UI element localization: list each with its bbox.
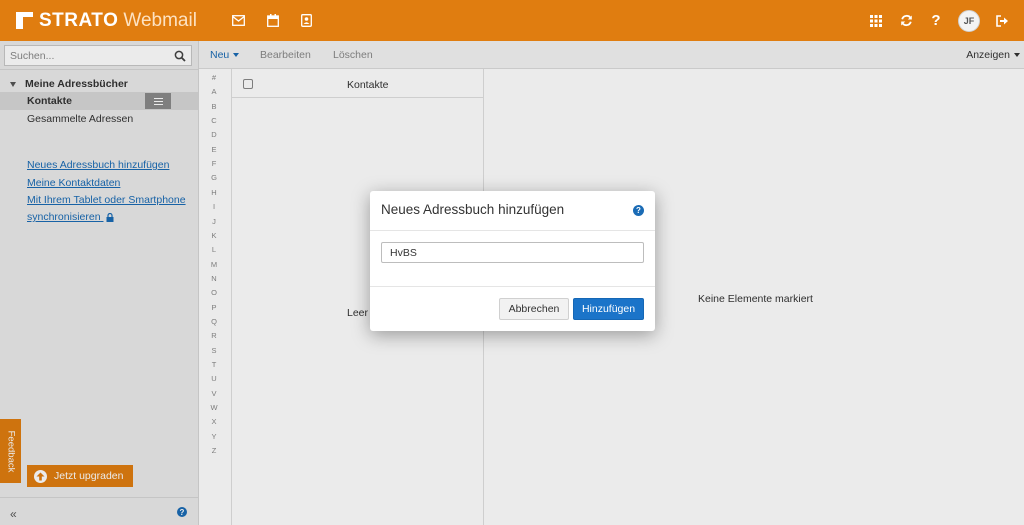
brand-name: STRATO bbox=[39, 9, 119, 31]
chevron-down-icon bbox=[1014, 53, 1020, 57]
avatar[interactable]: JF bbox=[958, 9, 980, 32]
search-input[interactable]: Suchen... bbox=[4, 45, 192, 66]
app-switcher bbox=[231, 13, 315, 29]
alphabet-letter[interactable]: E bbox=[199, 145, 229, 154]
alphabet-letter[interactable]: G bbox=[199, 173, 229, 182]
upgrade-label: Jetzt upgraden bbox=[54, 470, 124, 482]
search-icon[interactable] bbox=[174, 50, 186, 62]
dialog-help-icon[interactable]: ? bbox=[633, 205, 644, 216]
top-bar: STRATO Webmail ? JF bbox=[0, 0, 1024, 41]
sidebar-item-kontakte[interactable]: Kontakte bbox=[0, 92, 198, 110]
apps-grid-icon[interactable] bbox=[868, 13, 884, 29]
alphabet-letter[interactable]: H bbox=[199, 188, 229, 197]
alphabet-letter[interactable]: T bbox=[199, 360, 229, 369]
new-label: Neu bbox=[210, 49, 230, 61]
alphabet-letter[interactable]: V bbox=[199, 389, 229, 398]
select-all-checkbox[interactable] bbox=[243, 79, 253, 89]
item-menu-button[interactable] bbox=[145, 93, 171, 109]
strato-logo[interactable]: STRATO Webmail bbox=[16, 10, 197, 32]
alphabet-letter[interactable]: K bbox=[199, 231, 229, 240]
address-books-section-header[interactable]: Meine Adressbücher bbox=[10, 78, 128, 90]
add-address-book-link[interactable]: Neues Adressbuch hinzufügen bbox=[27, 159, 169, 171]
new-button[interactable]: Neu bbox=[210, 49, 240, 61]
alphabet-letter[interactable]: Q bbox=[199, 317, 229, 326]
alphabet-letter[interactable]: P bbox=[199, 303, 229, 312]
alphabet-letter[interactable]: J bbox=[199, 217, 229, 226]
alphabet-letter[interactable]: L bbox=[199, 245, 229, 254]
toolbar: Neu Bearbeiten Löschen Anzeigen bbox=[199, 41, 1024, 69]
alphabet-letter[interactable]: Y bbox=[199, 432, 229, 441]
logout-icon[interactable] bbox=[994, 13, 1010, 29]
section-title: Meine Adressbücher bbox=[25, 78, 128, 90]
sidebar-item-label: Kontakte bbox=[27, 95, 72, 107]
divider bbox=[370, 286, 655, 287]
alphabet-letter[interactable]: B bbox=[199, 102, 229, 111]
sidebar: Suchen... Meine Adressbücher Kontakte Ge… bbox=[0, 41, 199, 525]
collapse-sidebar-button[interactable]: « bbox=[10, 507, 17, 521]
sidebar-help-icon[interactable]: ? bbox=[177, 507, 187, 517]
alphabet-letter[interactable]: O bbox=[199, 288, 229, 297]
calendar-icon[interactable] bbox=[265, 13, 281, 29]
sidebar-item-gesammelte-adressen[interactable]: Gesammelte Adressen bbox=[27, 113, 133, 125]
alphabet-letter[interactable]: I bbox=[199, 202, 229, 211]
list-header: Kontakte bbox=[232, 69, 483, 98]
upgrade-button[interactable]: Jetzt upgraden bbox=[27, 465, 133, 487]
alphabet-letter[interactable]: N bbox=[199, 274, 229, 283]
alphabet-letter[interactable]: R bbox=[199, 331, 229, 340]
add-button[interactable]: Hinzufügen bbox=[573, 298, 644, 320]
sync-device-link-continued[interactable]: synchronisieren bbox=[27, 211, 114, 223]
alphabet-letter[interactable]: C bbox=[199, 116, 229, 125]
feedback-tab[interactable]: Feedback bbox=[0, 419, 21, 483]
brand-product: Webmail bbox=[123, 9, 197, 31]
view-menu-button[interactable]: Anzeigen bbox=[966, 49, 1020, 61]
cancel-button[interactable]: Abbrechen bbox=[499, 298, 569, 320]
divider bbox=[0, 69, 198, 70]
search-placeholder: Suchen... bbox=[10, 49, 55, 62]
sync-device-link[interactable]: Mit Ihrem Tablet oder Smartphone bbox=[27, 194, 186, 206]
no-selection-message: Keine Elemente markiert bbox=[698, 293, 813, 305]
alphabet-letter[interactable]: W bbox=[199, 403, 229, 412]
alphabet-letter[interactable]: U bbox=[199, 374, 229, 383]
top-right-controls: ? JF bbox=[868, 0, 1010, 41]
empty-list-text: Leer bbox=[347, 307, 369, 319]
sync-link-text: synchronisieren bbox=[27, 211, 101, 223]
alphabet-letter[interactable]: F bbox=[199, 159, 229, 168]
alphabet-letter[interactable]: X bbox=[199, 417, 229, 426]
alphabet-letter[interactable]: A bbox=[199, 87, 229, 96]
chevron-down-icon bbox=[233, 53, 240, 57]
add-address-book-dialog: Neues Adressbuch hinzufügen ? Abbrechen … bbox=[370, 191, 655, 331]
chevron-down-icon bbox=[10, 81, 16, 87]
my-contact-data-link[interactable]: Meine Kontaktdaten bbox=[27, 177, 120, 189]
alphabet-letter[interactable]: D bbox=[199, 130, 229, 139]
alphabet-letter[interactable]: S bbox=[199, 346, 229, 355]
mail-icon[interactable] bbox=[231, 13, 247, 29]
feedback-label: Feedback bbox=[5, 430, 17, 472]
refresh-icon[interactable] bbox=[898, 13, 914, 29]
contacts-icon[interactable] bbox=[299, 13, 315, 29]
list-title: Kontakte bbox=[347, 79, 389, 91]
arrow-up-icon bbox=[34, 469, 47, 483]
help-icon[interactable]: ? bbox=[928, 12, 944, 29]
alphabet-letter[interactable]: # bbox=[199, 73, 229, 82]
alphabet-letter[interactable]: Z bbox=[199, 446, 229, 455]
edit-button[interactable]: Bearbeiten bbox=[260, 49, 311, 61]
address-book-name-input[interactable] bbox=[381, 242, 644, 263]
view-label: Anzeigen bbox=[966, 49, 1010, 61]
lock-icon bbox=[106, 212, 114, 222]
dialog-title: Neues Adressbuch hinzufügen bbox=[381, 202, 565, 217]
divider bbox=[370, 230, 655, 231]
delete-button[interactable]: Löschen bbox=[333, 49, 373, 61]
strato-logo-icon bbox=[16, 12, 33, 29]
alphabet-letter[interactable]: M bbox=[199, 260, 229, 269]
divider bbox=[0, 497, 198, 498]
alphabet-index: # A B C D E F G H I J K L M N O P Q R S T U V W X Y Z bbox=[199, 69, 232, 525]
